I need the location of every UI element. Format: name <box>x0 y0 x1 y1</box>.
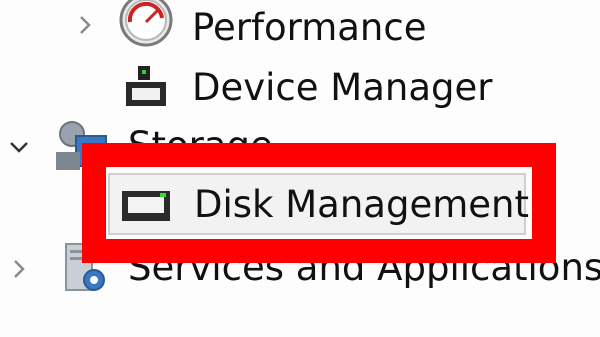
tree-item-label: Disk Management <box>194 183 529 226</box>
chevron-down-icon[interactable] <box>6 134 32 160</box>
chevron-right-icon[interactable] <box>72 12 98 38</box>
console-tree: Performance Device Manager Storage <box>0 0 600 337</box>
tree-item-label: Device Manager <box>192 66 493 109</box>
tree-item-disk-management[interactable]: Disk Management <box>108 173 529 235</box>
chevron-right-icon[interactable] <box>6 256 32 282</box>
device-manager-icon <box>122 62 176 116</box>
tree-item-label: Performance <box>192 6 427 49</box>
tree-item-performance[interactable]: Performance <box>0 0 600 62</box>
tree-item-device-manager[interactable]: Device Manager <box>0 60 600 122</box>
performance-gauge-icon <box>118 0 173 47</box>
disk-drive-icon <box>120 183 172 227</box>
